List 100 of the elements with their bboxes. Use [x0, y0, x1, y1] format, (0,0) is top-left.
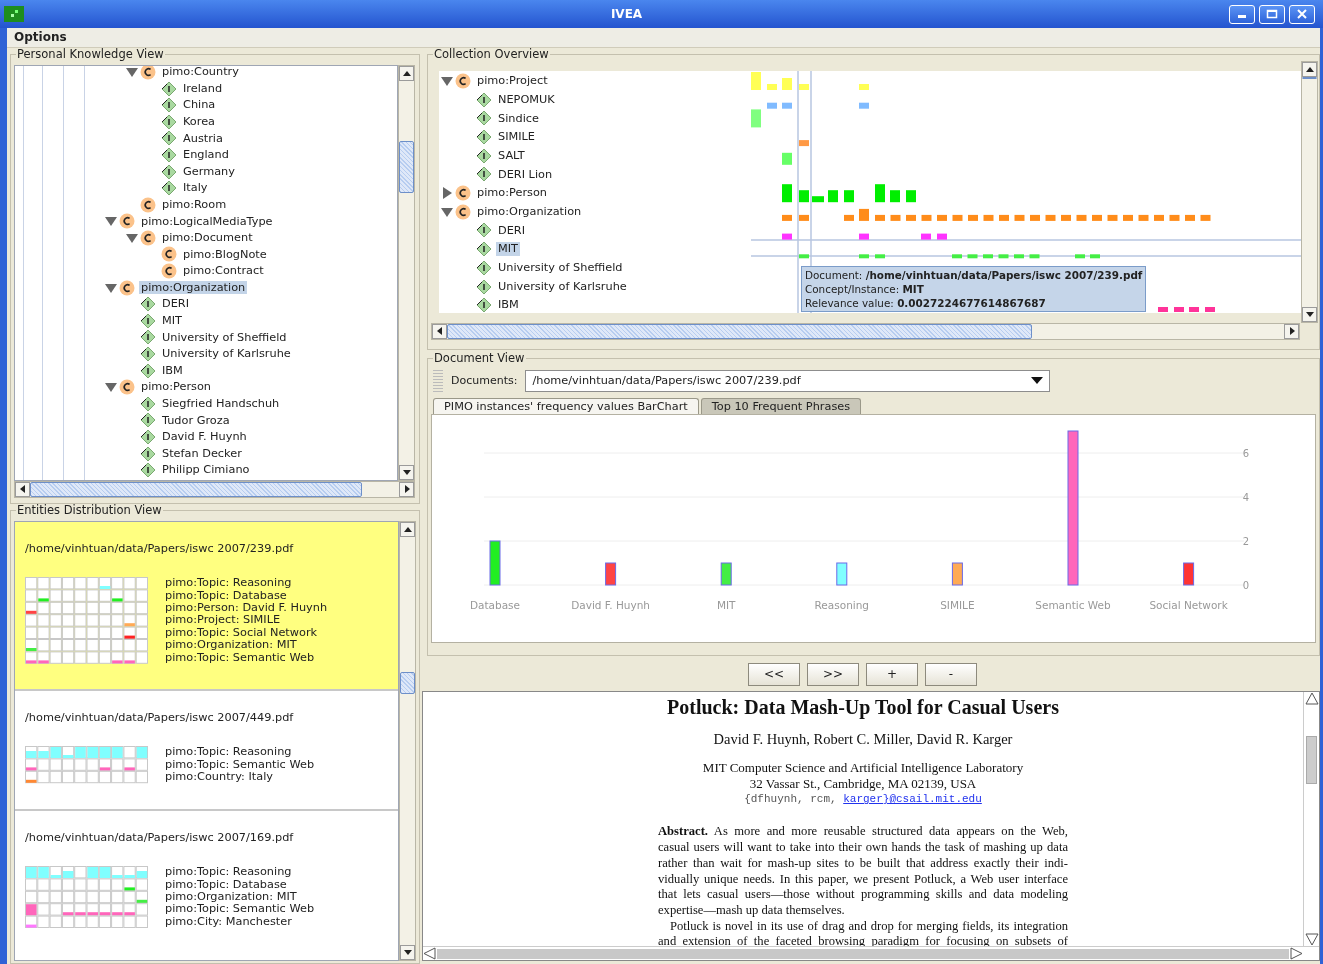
scroll-thumb[interactable] [447, 323, 1032, 339]
close-icon [1297, 9, 1307, 19]
nav-button[interactable]: + [866, 663, 918, 686]
tree-item[interactable]: pimo:Person [475, 186, 549, 200]
nav-button[interactable]: >> [807, 663, 859, 686]
tree-item[interactable]: University of Karlsruhe [160, 347, 293, 361]
scroll-up-button[interactable] [400, 521, 415, 537]
tree-item[interactable]: DERI [160, 297, 192, 311]
tree-item[interactable]: pimo:Organization [475, 205, 584, 219]
category-label: MIT [716, 599, 736, 612]
scrollbar[interactable] [398, 64, 415, 481]
tree-item[interactable]: SALT [496, 148, 527, 163]
scroll-left-button[interactable] [15, 481, 30, 497]
scroll-thumb[interactable] [30, 481, 362, 497]
tree-item[interactable]: Philipp Cimiano [160, 463, 252, 477]
tree-item[interactable]: University of Karlsruhe [496, 279, 629, 294]
scroll-left-button[interactable] [432, 323, 447, 339]
scroll-up-button[interactable] [1302, 61, 1317, 77]
collapse-arrow-icon[interactable] [105, 281, 117, 294]
tree-item[interactable]: Ireland [181, 81, 225, 96]
minimize-button[interactable] [1229, 4, 1255, 24]
collapse-arrow-icon[interactable] [105, 215, 117, 228]
tree-item[interactable]: Korea [181, 114, 218, 129]
scroll-thumb[interactable] [1306, 736, 1317, 784]
tree-item[interactable]: Sindice [496, 111, 541, 126]
tree-item[interactable]: pimo:LogicalMediaType [139, 214, 275, 229]
menu-item[interactable]: Options [7, 30, 74, 45]
scrollbar[interactable] [1303, 692, 1319, 946]
tree-item[interactable]: pimo:Contract [181, 264, 266, 278]
tree-item[interactable]: Tudor Groza [160, 413, 232, 428]
tree-item[interactable]: NEPOMUK [496, 92, 557, 107]
concept-icon [119, 279, 135, 296]
scrollbar[interactable] [431, 322, 1300, 340]
collapse-arrow-icon[interactable] [105, 381, 117, 394]
tree-item[interactable]: China [181, 98, 218, 112]
concept-icon [140, 65, 156, 80]
tree-item[interactable]: Germany [181, 164, 237, 179]
tree-item[interactable]: England [181, 148, 231, 162]
scrollbar[interactable] [1301, 60, 1318, 323]
tree-item[interactable]: DERI [496, 223, 528, 238]
tree-item[interactable]: pimo:Document [160, 231, 255, 245]
tree-item[interactable]: pimo:BlogNote [181, 247, 269, 262]
tree-item[interactable]: IBM [496, 298, 521, 312]
scroll-thumb[interactable] [437, 948, 1289, 959]
tree-item[interactable]: pimo:Organization [139, 280, 248, 295]
concept-icon [161, 263, 177, 280]
tree-item[interactable]: IBM [160, 363, 185, 378]
document-entry[interactable] [15, 521, 398, 691]
tree-item[interactable]: Stefan Decker [160, 446, 244, 461]
instance-icon [140, 362, 156, 379]
email-link[interactable]: karger}@csail.mit.edu [843, 793, 982, 806]
tree-item[interactable]: University of Sheffield [160, 330, 289, 345]
tree-item[interactable]: MIT [160, 314, 184, 328]
nav-button[interactable]: - [925, 663, 977, 686]
document-dropdown[interactable]: /home/vinhtuan/data/Papers/iswc 2007/239.pdf [525, 369, 1051, 392]
affiliation-line: MIT Computer Science and Artificial Intelligence Laboratory [702, 760, 1024, 776]
tree-item[interactable]: DERI Lion [496, 167, 555, 182]
collapse-arrow-icon[interactable] [441, 75, 453, 87]
collapse-arrow-icon[interactable] [441, 205, 453, 218]
concept-icon [119, 213, 135, 230]
tree-item[interactable]: David F. Huynh [160, 430, 249, 444]
tree-item[interactable]: MIT [496, 242, 520, 256]
document-entry[interactable]: /home/vinhtuan/data/Papers/iswc 2007/169.pdf pimo:Topic: Reasoning pimo:Topic: Database pimo:Organization: MIT pimo:Topic: Semantic Web pimo:City: Manchester [15, 810, 398, 960]
entity-label: pimo:Topic: Reasoning [165, 577, 293, 590]
instance-icon [476, 129, 492, 146]
scroll-down-button[interactable] [1302, 306, 1317, 322]
expand-arrow-icon[interactable] [441, 187, 453, 200]
scroll-down-button[interactable] [400, 944, 415, 960]
instance-icon [476, 259, 492, 276]
scroll-thumb[interactable] [1302, 76, 1317, 79]
document-entry[interactable]: /home/vinhtuan/data/Papers/iswc 2007/449.pdf pimo:Topic: Reasoning pimo:Topic: Semantic Web pimo:Country: Italy [15, 690, 398, 811]
scrollbar[interactable] [399, 520, 416, 961]
instance-icon [476, 222, 492, 239]
entity-label: pimo:Topic: Reasoning [165, 866, 293, 879]
scroll-up-button[interactable] [399, 65, 414, 81]
tree-item[interactable]: Siegfried Handschuh [160, 397, 282, 411]
paper-title: Potluck: Data Mash-Up Tool for Casual Users [666, 695, 1060, 719]
panel-title: Document View [433, 352, 526, 365]
tree-item[interactable]: Austria [181, 131, 225, 146]
scroll-thumb[interactable] [400, 671, 415, 694]
maximize-button[interactable] [1259, 4, 1285, 24]
collapse-arrow-icon[interactable] [126, 65, 138, 78]
tree-item[interactable]: pimo:Country [160, 65, 241, 79]
collapse-arrow-icon[interactable] [126, 231, 138, 244]
tree-item[interactable]: SIMILE [496, 130, 537, 144]
scroll-thumb[interactable] [399, 140, 414, 193]
scroll-down-button[interactable] [399, 464, 414, 480]
scroll-right-button[interactable] [1284, 323, 1299, 339]
tab[interactable]: Top 10 Frequent Phrases [700, 397, 862, 415]
tree-item[interactable]: Italy [181, 181, 210, 195]
category-label: Database [469, 599, 521, 612]
tree-item[interactable]: pimo:Person [139, 380, 213, 394]
tab[interactable]: PIMO instances' frequency values BarChart [433, 397, 699, 415]
scroll-right-button[interactable] [399, 481, 414, 497]
tree-item[interactable]: pimo:Room [160, 197, 229, 212]
tree-item[interactable]: pimo:Project [475, 74, 550, 88]
instance-icon [140, 429, 156, 445]
tree-item[interactable]: University of Sheffield [496, 261, 625, 275]
nav-button[interactable]: << [748, 663, 800, 686]
close-button[interactable] [1289, 4, 1315, 24]
